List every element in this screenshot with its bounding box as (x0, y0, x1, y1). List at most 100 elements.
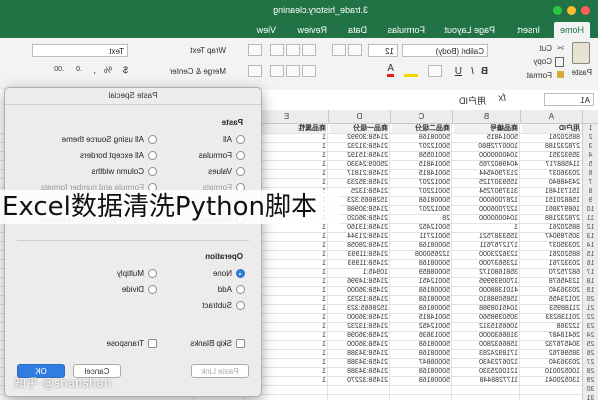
table-cell[interactable]: 50012207 (392, 178, 450, 187)
table-cell[interactable]: 50010558 (392, 151, 450, 160)
table-cell[interactable]: 1236223000 (454, 250, 518, 259)
operation-radio[interactable] (236, 285, 245, 294)
table-cell[interactable]: 21458:36000 (330, 340, 388, 349)
table-cell[interactable]: 21458:34388 (330, 358, 388, 367)
table-cell[interactable]: 1000772B80 (454, 142, 518, 151)
paste-button[interactable]: Paste (572, 68, 592, 77)
comma-icon[interactable]: , (93, 65, 96, 75)
table-cell[interactable]: 50008168 (392, 295, 450, 304)
bold-icon[interactable]: B (481, 66, 488, 77)
row-header[interactable]: 22 (582, 313, 598, 322)
table-cell[interactable]: 35932351 (522, 151, 580, 160)
row-header[interactable]: 30 (582, 385, 598, 394)
header-cell[interactable]: 商品二级分 (392, 124, 450, 133)
cancel-button[interactable]: Cancel (73, 364, 121, 378)
column-header-d[interactable]: D (328, 110, 390, 124)
align-center-icon[interactable] (286, 65, 300, 77)
paste-special-radio[interactable] (148, 167, 157, 176)
row-header[interactable]: 20 (582, 295, 598, 304)
table-cell[interactable]: 50008859 (392, 268, 450, 277)
table-cell[interactable]: 3050398560 (454, 313, 518, 322)
table-cell[interactable]: 21458:21817 (330, 169, 388, 178)
table-cell[interactable]: 50008168 (392, 340, 450, 349)
row-header[interactable]: 5 (582, 160, 598, 169)
increase-decimal-icon[interactable]: .0 (76, 66, 82, 73)
table-cell[interactable]: 50008168 (392, 196, 450, 205)
table-cell[interactable]: 1045108988 (454, 304, 518, 313)
table-cell[interactable]: 158820151 (522, 196, 580, 205)
increase-font-icon[interactable] (348, 44, 362, 56)
table-cell[interactable]: 50008168 (392, 241, 450, 250)
tab-review[interactable]: Review (297, 22, 327, 38)
paste-radio[interactable] (236, 215, 245, 224)
table-cell[interactable]: 21458:36098 (330, 331, 388, 340)
table-cell[interactable]: 1210025330 (454, 367, 518, 376)
table-cell[interactable]: 21458:21344 (330, 232, 388, 241)
table-cell[interactable]: 1585098810 (454, 295, 518, 304)
operation-radio[interactable] (148, 285, 157, 294)
table-cell[interactable]: 21458:34388 (330, 367, 388, 376)
font-size-select[interactable]: 12 (368, 44, 398, 57)
table-cell[interactable]: 50014815 (392, 313, 450, 322)
table-cell[interactable]: 1227006000 (454, 205, 518, 214)
font-name-select[interactable]: Calibri (Body) (402, 44, 488, 57)
table-cell[interactable]: 88520261 (522, 250, 580, 259)
table-cell[interactable]: 21458:36020 (330, 214, 388, 223)
row-header[interactable]: 17 (582, 268, 598, 277)
paste-radio[interactable] (236, 167, 245, 176)
tab-formulas[interactable]: Formulas (387, 22, 425, 38)
transpose-checkbox[interactable] (148, 339, 157, 348)
table-cell[interactable]: 38598762 (522, 349, 580, 358)
row-header[interactable]: 23 (582, 322, 598, 331)
table-cell[interactable]: 1206723430 (454, 358, 518, 367)
table-cell[interactable]: 24348840 (522, 178, 580, 187)
table-cell[interactable]: 21458:11993 (330, 250, 388, 259)
table-cell[interactable]: 21458:34388 (330, 349, 388, 358)
row-header[interactable]: 19 (582, 286, 598, 295)
operation-option[interactable]: Multiply (7, 268, 157, 280)
table-cell[interactable]: 1066515312 (454, 322, 518, 331)
table-cell[interactable]: 1177288448 (454, 376, 518, 385)
table-cell[interactable]: 21458:31232 (330, 142, 388, 151)
table-cell[interactable]: 1528665:323 (330, 196, 388, 205)
table-cell[interactable]: 1528665:323 (330, 304, 388, 313)
row-header[interactable]: 31 (582, 394, 598, 400)
table-cell[interactable]: 50012207 (392, 142, 450, 151)
table-cell[interactable]: 130520041 (522, 376, 580, 385)
wrap-text-button[interactable]: Wrap Text (190, 46, 226, 55)
table-cell[interactable]: 50012711 (392, 232, 450, 241)
table-cell[interactable]: 114588717 (522, 160, 580, 169)
table-cell[interactable]: 3581680172 (454, 268, 518, 277)
merge-center-button[interactable]: Merge & Center (170, 67, 226, 76)
paste-radio[interactable] (236, 135, 245, 144)
paste-special-option[interactable]: Values and number formats (7, 198, 157, 210)
row-header[interactable]: 9 (582, 196, 598, 205)
percent-icon[interactable]: % (104, 65, 112, 75)
formula-value[interactable]: 用户ID (459, 94, 486, 107)
column-header-corner[interactable] (582, 110, 598, 124)
table-cell[interactable]: 1287006000 (454, 196, 518, 205)
paste-icon[interactable] (572, 42, 590, 64)
table-cell[interactable]: 21188953 (522, 304, 580, 313)
table-cell[interactable]: 3137907254 (454, 187, 518, 196)
table-cell[interactable]: 50012451 (392, 277, 450, 286)
header-cell[interactable]: 用户ID (522, 124, 580, 133)
row-header[interactable]: 25 (582, 340, 598, 349)
table-cell[interactable]: 88520261 (522, 133, 580, 142)
paste-radio[interactable] (236, 199, 245, 208)
skip-blanks-checkbox[interactable] (236, 339, 245, 348)
paste-special-radio[interactable] (148, 199, 157, 208)
table-cell[interactable]: 50008168 (392, 349, 450, 358)
font-color-icon[interactable]: A (387, 63, 394, 77)
table-cell[interactable]: 50008168 (392, 259, 450, 268)
table-cell[interactable]: 50012452 (392, 322, 450, 331)
italic-icon[interactable]: I (471, 66, 474, 77)
currency-icon[interactable]: $ (123, 65, 128, 75)
table-cell[interactable]: 50012207 (392, 205, 450, 214)
table-cell[interactable]: 21458:13232 (330, 322, 388, 331)
table-cell[interactable]: 50008847 (392, 358, 450, 367)
table-cell[interactable]: 1559307125 (454, 178, 518, 187)
table-cell[interactable]: 305789047 (522, 232, 580, 241)
table-cell[interactable]: 278232188 (522, 214, 580, 223)
table-cell[interactable]: 1 (454, 223, 518, 232)
